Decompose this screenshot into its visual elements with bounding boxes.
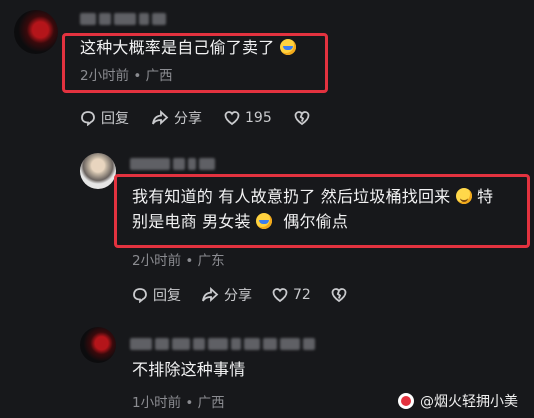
watermark-logo-icon <box>398 393 414 409</box>
like-button[interactable]: 195 <box>224 108 272 128</box>
comment-time: 2小时前 <box>80 68 130 84</box>
reply-button[interactable]: 回复 <box>132 285 181 305</box>
watermark: @烟火轻拥小美 <box>398 391 518 411</box>
avatar[interactable] <box>14 10 58 54</box>
broken-heart-icon <box>331 288 347 303</box>
share-label: 分享 <box>174 111 202 127</box>
laugh-cry-emoji-icon <box>279 39 296 55</box>
laugh-cry-emoji-icon <box>255 213 272 229</box>
broken-heart-icon <box>294 111 310 126</box>
comment-text-line2-end: 偶尔偷点 <box>283 212 349 231</box>
meta-separator: • <box>185 253 194 269</box>
watermark-text: @烟火轻拥小美 <box>420 394 518 410</box>
username-blurred[interactable] <box>80 12 166 26</box>
comment-text: 这种大概率是自己偷了卖了 <box>80 34 296 62</box>
comment-text: 不排除这种事情 <box>132 360 246 379</box>
dislike-button[interactable] <box>294 108 310 128</box>
reply-bubble-icon <box>133 288 147 303</box>
like-button[interactable]: 72 <box>272 285 311 305</box>
comment-time: 1小时前 <box>132 395 182 411</box>
comment-text-body: 这种大概率是自己偷了卖了 <box>80 38 275 57</box>
reply-bubble-icon <box>81 111 95 126</box>
like-count: 195 <box>245 110 272 126</box>
username-blurred[interactable] <box>130 157 215 171</box>
comment-time: 2小时前 <box>132 253 182 269</box>
reply-button[interactable]: 回复 <box>80 108 129 128</box>
avatar[interactable] <box>80 327 116 363</box>
share-label: 分享 <box>224 288 252 304</box>
share-button[interactable]: 分享 <box>201 285 252 305</box>
avatar[interactable] <box>80 153 116 189</box>
comment-actions: 回复 分享 195 <box>80 108 310 128</box>
meta-separator: • <box>133 68 142 84</box>
comment-text-line2: 别是电商 男女装 <box>132 212 251 231</box>
comment-meta: 2小时前 • 广西 <box>80 64 173 84</box>
share-arrow-icon <box>202 287 219 303</box>
comment-actions: 回复 分享 72 <box>132 285 347 305</box>
comment-text: 我有知道的 有人故意扔了 然后垃圾桶找回来 特 别是电商 男女装 偶尔偷点 <box>132 184 517 234</box>
comment-text-line1-end: 特 <box>476 187 494 206</box>
dislike-button[interactable] <box>331 285 347 305</box>
username-blurred[interactable] <box>130 337 315 351</box>
comment-text-line1: 我有知道的 有人故意扔了 然后垃圾桶找回来 <box>132 187 451 206</box>
comment-meta: 1小时前 • 广西 <box>132 391 225 411</box>
comment-location: 广西 <box>197 395 225 411</box>
comment-location: 广东 <box>197 253 225 269</box>
comment-location: 广西 <box>145 68 173 84</box>
reply-label: 回复 <box>153 288 181 304</box>
smile-emoji-icon <box>455 188 472 204</box>
heart-icon <box>272 288 288 303</box>
heart-icon <box>224 111 240 126</box>
comment-meta: 2小时前 • 广东 <box>132 249 225 269</box>
share-button[interactable]: 分享 <box>151 108 202 128</box>
like-count: 72 <box>293 287 311 303</box>
reply-label: 回复 <box>101 111 129 127</box>
meta-separator: • <box>185 395 194 411</box>
share-arrow-icon <box>152 110 169 126</box>
